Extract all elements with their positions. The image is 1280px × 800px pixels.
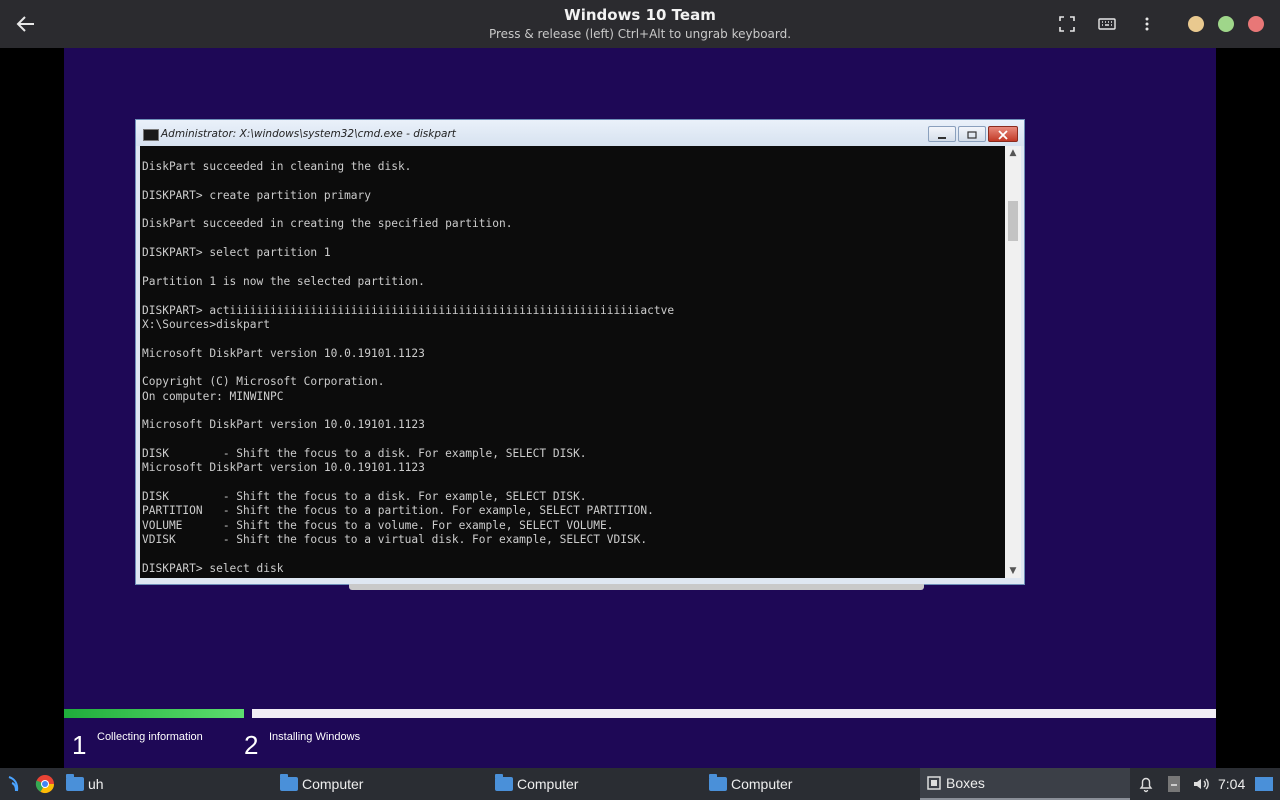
console-line: Microsoft DiskPart version 10.0.19101.11… [142,346,425,360]
close-icon [998,130,1008,140]
console-line: Microsoft DiskPart version 10.0.19101.11… [142,461,425,475]
window-title: Windows 10 Team [564,6,716,24]
restore-icon [967,131,977,139]
scroll-thumb[interactable] [1008,201,1018,241]
scroll-up-arrow-icon[interactable]: ▲ [1005,146,1021,160]
console-line: DiskPart succeeded in cleaning the disk. [142,160,412,173]
window-shadow-bar [349,584,924,590]
bell-icon [1139,777,1153,793]
taskbar-item-label: uh [88,776,104,792]
step-number: 2 [244,730,259,760]
start-menu-icon [8,776,19,792]
console-line: DISK - Shift the focus to a disk. For ex… [142,490,587,504]
storage-button[interactable] [1166,768,1182,800]
cmd-window-title: Administrator: X:\windows\system32\cmd.e… [161,128,456,140]
app-header: Windows 10 Team Press & release (left) C… [0,0,1280,48]
start-menu-button[interactable] [4,768,26,800]
console-line: PARTITION - Shift the focus to a partiti… [142,504,654,518]
vm-display[interactable]: Administrator: X:\windows\system32\cmd.e… [64,48,1216,768]
chrome-icon [35,775,54,794]
notifications-button[interactable] [1138,768,1154,800]
cmd-minimize-button[interactable] [928,126,956,142]
folder-icon [495,774,513,791]
taskbar-item-computer[interactable]: Computer [495,768,578,800]
setup-progress-track [252,709,1216,718]
step-label: Installing Windows [269,731,361,743]
console-line: DISKPART> actiiiiiiiiiiiiiiiiiiiiiiiiiii… [142,303,675,317]
keyboard-icon[interactable] [1097,14,1117,34]
progress-separator [244,709,252,718]
taskbar-item-label: Computer [731,776,793,792]
setup-progress-fill [64,709,248,718]
maximize-button[interactable] [1218,16,1234,32]
console-output[interactable]: DiskPart succeeded in cleaning the disk.… [140,146,1005,578]
taskbar-item-computer[interactable]: Computer [280,768,363,800]
console-line: DISK - Shift the focus to a disk. For ex… [142,447,587,460]
chrome-launcher[interactable] [35,768,57,800]
console-line: DiskPart succeeded in creating the speci… [142,217,513,231]
taskbar: uh Computer Computer Computer Boxes 7:04 [0,768,1280,800]
show-desktop-button[interactable] [1254,768,1274,800]
cmd-titlebar[interactable]: Administrator: X:\windows\system32\cmd.e… [136,120,1024,146]
taskbar-item-boxes[interactable]: Boxes [920,768,1130,800]
scroll-down-arrow-icon[interactable]: ▼ [1005,564,1021,578]
console-line: VDISK - Shift the focus to a virtual dis… [142,533,648,547]
console-line: DISKPART> create partition primary [142,188,372,202]
console-line: DISKPART> select partition 1 [142,246,331,260]
console-line: Partition 1 is now the selected partitio… [142,274,425,288]
folder-icon [280,774,298,791]
console-line: Copyright (C) Microsoft Corporation. [142,375,385,389]
console-line: X:\Sources>diskpart [142,317,270,331]
console-line: VOLUME - Shift the focus to a volume. Fo… [142,518,614,532]
show-desktop-icon [1255,777,1273,791]
storage-icon [1168,776,1180,792]
console-line: Microsoft DiskPart version 10.0.19101.11… [142,418,425,432]
close-button[interactable] [1248,16,1264,32]
minimize-button[interactable] [1188,16,1204,32]
cmd-restore-button[interactable] [958,126,986,142]
window-subtitle: Press & release (left) Ctrl+Alt to ungra… [488,27,792,41]
taskbar-item-computer[interactable]: Computer [709,768,792,800]
cmd-window[interactable]: Administrator: X:\windows\system32\cmd.e… [135,119,1025,585]
step-number: 1 [72,730,87,760]
cmd-app-icon [143,129,159,141]
minimize-icon [938,137,946,139]
console-line: DISKPART> select disk [142,561,284,575]
taskbar-item-uh[interactable]: uh [66,768,104,800]
folder-icon [66,774,84,791]
taskbar-item-label: Computer [302,776,364,792]
cmd-close-button[interactable] [988,126,1018,142]
clock[interactable]: 7:04 [1218,768,1245,800]
taskbar-item-label: Boxes [946,775,985,791]
step-label: Collecting information [97,731,203,743]
fullscreen-icon[interactable] [1057,14,1077,34]
volume-button[interactable] [1192,768,1210,800]
console-line: On computer: MINWINPC [142,389,284,403]
boxes-icon [927,776,941,790]
volume-icon [1194,778,1209,790]
taskbar-item-label: Computer [517,776,579,792]
folder-icon [709,774,727,791]
more-menu-icon[interactable] [1137,14,1157,34]
console-scrollbar[interactable]: ▲ ▼ [1005,146,1021,578]
